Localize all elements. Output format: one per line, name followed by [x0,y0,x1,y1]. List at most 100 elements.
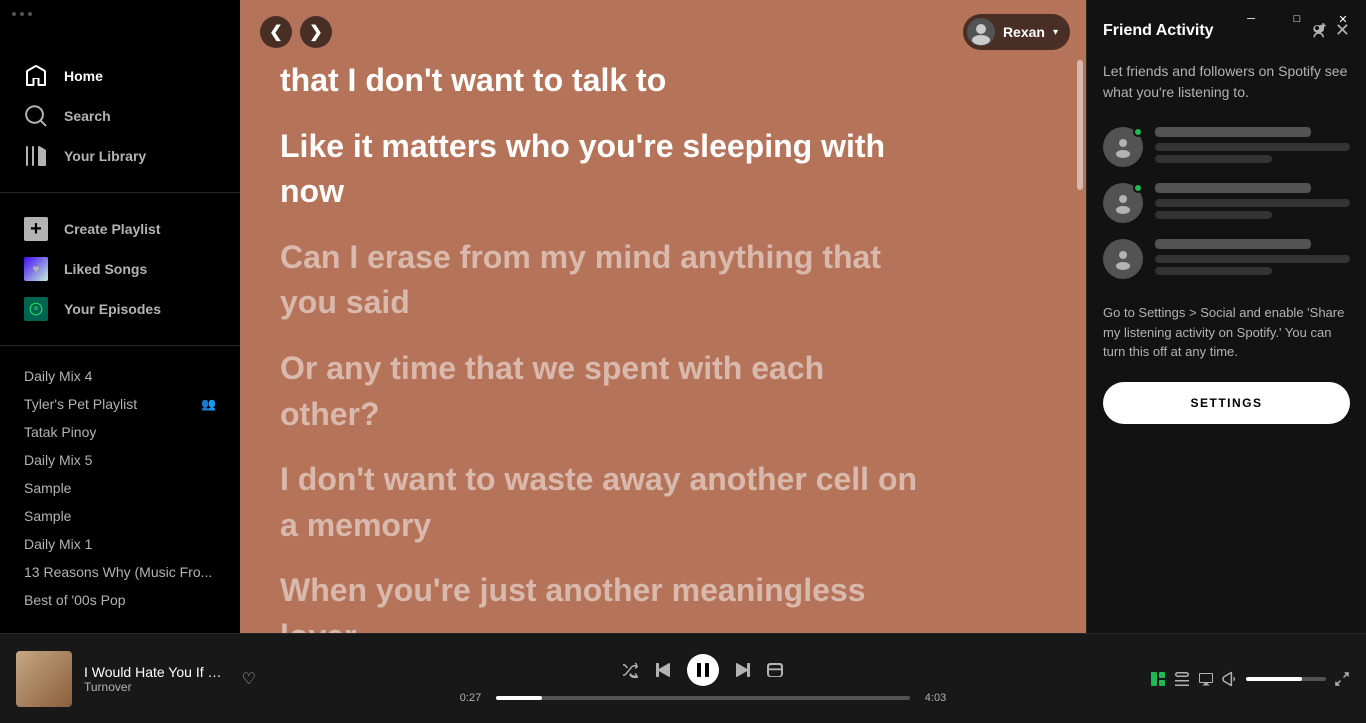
friend-avatar [1103,239,1143,279]
sidebar: Home Search Your Library + Cr [0,0,240,633]
lyric-block-2: Like it matters who you're sleeping with… [280,126,1046,213]
friend-avatar-wrapper [1103,183,1143,223]
playlist-name: Sample [24,480,216,496]
progress-bar[interactable] [496,696,910,700]
sidebar-divider-2 [0,345,240,346]
repeat-button[interactable] [767,662,783,678]
playlist-item-sample-1[interactable]: Sample [0,474,240,502]
friend-info [1155,127,1350,167]
nav-item-search[interactable]: Search [0,96,240,136]
lyric-line: other? [280,394,1046,436]
friend-activity-panel: Friend Activity ✕ Let friends and follow… [1086,0,1366,633]
scrollbar-thumb[interactable] [1077,60,1083,190]
friend-name-placeholder [1155,239,1311,249]
lyric-line: Can I erase from my mind anything that [280,237,1046,279]
fullscreen-button[interactable] [1334,671,1350,687]
playlist-name: Tyler's Pet Playlist [24,396,201,412]
previous-button[interactable] [655,662,671,678]
playlist-item-sample-2[interactable]: Sample [0,502,240,530]
playlist-item-tatak-pinoy[interactable]: Tatak Pinoy [0,418,240,446]
progress-fill [496,696,542,700]
sidebar-dots [12,12,32,16]
create-playlist-action[interactable]: + Create Playlist [0,209,240,249]
track-details: I Would Hate You If I Could Turnover [84,664,222,694]
friend-track-placeholder [1155,199,1350,207]
scrollbar-track[interactable] [1076,50,1084,633]
episodes-icon [24,297,48,321]
lyric-line: that I don't want to talk to [280,60,1046,102]
liked-songs-icon: ♥ [24,257,48,281]
friend-activity-description: Let friends and followers on Spotify see… [1103,61,1350,103]
next-button[interactable] [735,662,751,678]
nav-item-home[interactable]: Home [0,56,240,96]
lyric-block-5: I don't want to waste away another cell … [280,459,1046,546]
user-chevron-icon: ▾ [1053,27,1058,38]
dot-1 [12,12,16,16]
search-icon [24,104,48,128]
create-playlist-icon: + [24,217,48,241]
play-pause-button[interactable] [687,654,719,686]
friend-track-placeholder [1155,143,1350,151]
queue-button[interactable] [1174,671,1190,687]
playlist-item-best-00s[interactable]: Best of '00s Pop [0,586,240,614]
sidebar-playlists: Daily Mix 4 Tyler's Pet Playlist 👥 Tatak… [0,354,240,633]
dot-2 [20,12,24,16]
maximize-button[interactable]: □ [1274,4,1320,34]
playlist-name: Tatak Pinoy [24,424,216,440]
friend-online-indicator [1133,183,1143,193]
sidebar-divider-1 [0,192,240,193]
friend-online-indicator [1133,127,1143,137]
progress-bar-container: 0:27 4:03 [453,692,953,704]
friend-info [1155,183,1350,223]
playlist-item-daily-mix-1[interactable]: Daily Mix 1 [0,530,240,558]
playlist-item-daily-mix-4[interactable]: Daily Mix 4 [0,362,240,390]
friend-artist-placeholder [1155,155,1272,163]
user-menu-button[interactable]: Rexan ▾ [963,14,1070,50]
your-episodes-action[interactable]: Your Episodes [0,289,240,329]
home-icon [24,64,48,88]
minimize-button[interactable]: ─ [1228,4,1274,34]
friend-item [1103,183,1350,223]
friend-track-placeholder [1155,255,1350,263]
lyric-block-1: that I don't want to talk to [280,60,1046,102]
lyric-line: a memory [280,505,1046,547]
main-content: ❮ ❯ Rexan ▾ that I don't want to talk to… [240,0,1086,633]
friend-info [1155,239,1350,279]
liked-songs-action[interactable]: ♥ Liked Songs [0,249,240,289]
playlist-name: Daily Mix 1 [24,536,216,552]
track-artist: Turnover [84,680,222,694]
nav-search-label: Search [64,108,111,124]
lyrics-button[interactable] [1150,671,1166,687]
friend-name-placeholder [1155,127,1311,137]
dot-3 [28,12,32,16]
volume-button[interactable] [1222,671,1238,687]
forward-button[interactable]: ❯ [300,16,332,48]
playlist-item-13-reasons[interactable]: 13 Reasons Why (Music Fro... [0,558,240,586]
playlist-actions: + Create Playlist ♥ Liked Songs Your Epi… [0,201,240,337]
player-bar: I Would Hate You If I Could Turnover ♡ [0,633,1366,723]
total-time: 4:03 [918,692,953,704]
collab-icon: 👥 [201,397,216,411]
user-avatar [967,18,995,46]
nav-item-library[interactable]: Your Library [0,136,240,176]
volume-bar[interactable] [1246,677,1326,681]
lyric-block-4: Or any time that we spent with each othe… [280,348,1046,435]
lyric-line: lover [280,616,1046,633]
playlist-item-daily-mix-5[interactable]: Daily Mix 5 [0,446,240,474]
lyric-block-3: Can I erase from my mind anything that y… [280,237,1046,324]
friend-item [1103,127,1350,167]
like-button[interactable]: ♡ [242,669,256,689]
friend-avatar-wrapper [1103,127,1143,167]
friend-item [1103,239,1350,279]
lyric-line: Or any time that we spent with each [280,348,1046,390]
friend-avatar-wrapper [1103,239,1143,279]
settings-button[interactable]: SETTINGS [1103,382,1350,424]
playback-controls [623,654,783,686]
playlist-item-tylers-pet[interactable]: Tyler's Pet Playlist 👥 [0,390,240,418]
back-button[interactable]: ❮ [260,16,292,48]
device-picker-button[interactable] [1198,671,1214,687]
current-time: 0:27 [453,692,488,704]
shuffle-button[interactable] [623,662,639,678]
close-button[interactable]: ✕ [1320,4,1366,34]
friend-name-placeholder [1155,183,1311,193]
